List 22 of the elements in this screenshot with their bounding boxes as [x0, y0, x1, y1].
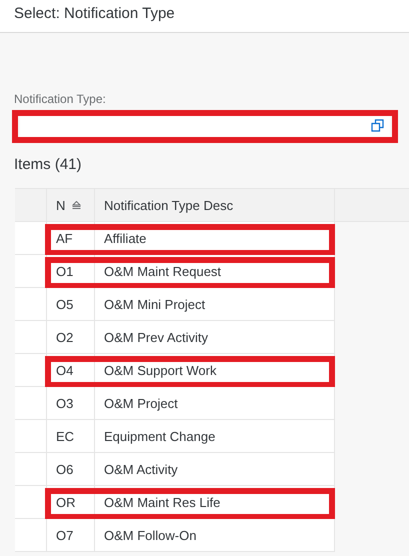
table-cell: O7 — [47, 519, 95, 552]
table-cell: O&M Mini Project — [95, 288, 335, 321]
dialog-title: Select: Notification Type — [14, 5, 175, 22]
table-cell: O6 — [47, 453, 95, 486]
table-cell: O&M Prev Activity — [95, 321, 335, 354]
row-selector[interactable] — [15, 222, 47, 255]
table-cell: Equipment Change — [95, 420, 335, 453]
items-heading: Items (41) — [14, 156, 82, 173]
table-cell: O2 — [47, 321, 95, 354]
table-cell: O&M Activity — [95, 453, 335, 486]
table-cell: O&M Project — [95, 387, 335, 420]
squares-icon[interactable] — [371, 119, 384, 132]
table-cell: O3 — [47, 387, 95, 420]
row-selector[interactable] — [15, 255, 47, 288]
table-cell: EC — [47, 420, 95, 453]
row-selector[interactable] — [15, 486, 47, 519]
column-header[interactable]: N — [47, 189, 95, 221]
column-header[interactable]: Notification Type Desc — [95, 189, 335, 221]
field-label: Notification Type: — [14, 92, 106, 106]
table-cell: O&M Follow-On — [95, 519, 335, 552]
table-cell: O5 — [47, 288, 95, 321]
row-selector[interactable] — [15, 354, 47, 387]
